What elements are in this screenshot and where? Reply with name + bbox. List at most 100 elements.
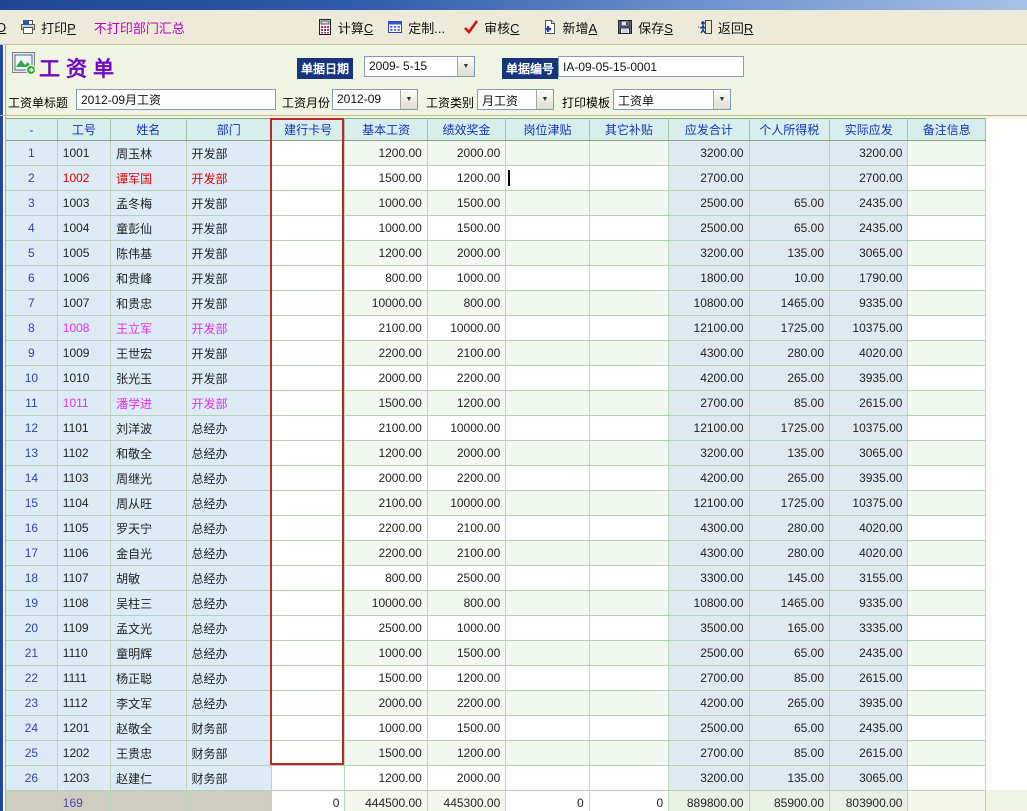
cell-num[interactable]: 17 xyxy=(6,541,57,566)
cell-id[interactable]: 1104 xyxy=(57,491,110,516)
cell-base[interactable]: 2200.00 xyxy=(345,341,427,366)
column-header-base[interactable]: 基本工资 xyxy=(345,119,427,141)
cell-name[interactable]: 和贵峰 xyxy=(111,266,186,291)
column-header-tax[interactable]: 个人所得税 xyxy=(749,119,829,141)
cell-id[interactable]: 1108 xyxy=(57,591,110,616)
column-header-other[interactable]: 其它补贴 xyxy=(589,119,668,141)
cell-tax[interactable]: 65.00 xyxy=(749,641,829,666)
cell-base[interactable]: 1500.00 xyxy=(345,166,427,191)
cell-dept[interactable] xyxy=(186,791,271,811)
cell-num[interactable]: 24 xyxy=(6,716,57,741)
cell-total[interactable]: 4200.00 xyxy=(669,691,749,716)
chevron-down-icon[interactable]: ▼ xyxy=(400,90,417,109)
cell-total[interactable]: 3300.00 xyxy=(669,566,749,591)
cell-actual[interactable]: 9335.00 xyxy=(830,591,908,616)
cell-name[interactable]: 和敬全 xyxy=(111,441,186,466)
cell-total[interactable]: 2500.00 xyxy=(669,191,749,216)
cell-bonus[interactable]: 1200.00 xyxy=(427,166,505,191)
cell-actual[interactable]: 4020.00 xyxy=(830,541,908,566)
cell-bonus[interactable]: 1000.00 xyxy=(427,616,505,641)
cell-bonus[interactable]: 1200.00 xyxy=(427,391,505,416)
cell-bank[interactable] xyxy=(271,641,344,666)
cell-note[interactable] xyxy=(908,341,986,366)
cell-id[interactable]: 1103 xyxy=(57,466,110,491)
cell-note[interactable] xyxy=(908,441,986,466)
cell-bank[interactable] xyxy=(271,516,344,541)
cell-base[interactable]: 444500.00 xyxy=(345,791,427,811)
cell-bonus[interactable]: 2100.00 xyxy=(427,341,505,366)
cell-bank[interactable] xyxy=(271,591,344,616)
cell-name[interactable]: 和贵忠 xyxy=(111,291,186,316)
cell-base[interactable]: 1200.00 xyxy=(345,441,427,466)
cell-tax[interactable]: 135.00 xyxy=(749,441,829,466)
cell-other[interactable] xyxy=(589,666,668,691)
cell-dept[interactable]: 总经办 xyxy=(186,491,271,516)
cell-post[interactable] xyxy=(506,466,589,491)
cell-bonus[interactable]: 1200.00 xyxy=(427,666,505,691)
cell-bank[interactable] xyxy=(271,666,344,691)
doc-no-input[interactable] xyxy=(558,56,744,77)
column-header-bank[interactable]: 建行卡号 xyxy=(271,119,344,141)
cell-bank[interactable] xyxy=(271,391,344,416)
cell-note[interactable] xyxy=(908,616,986,641)
cell-tax[interactable]: 145.00 xyxy=(749,566,829,591)
cell-other[interactable] xyxy=(589,466,668,491)
cell-post[interactable] xyxy=(506,541,589,566)
cell-dept[interactable]: 总经办 xyxy=(186,691,271,716)
cell-base[interactable]: 2100.00 xyxy=(345,316,427,341)
cell-tax[interactable]: 165.00 xyxy=(749,616,829,641)
cell-num[interactable]: 13 xyxy=(6,441,57,466)
cell-post[interactable] xyxy=(506,266,589,291)
cell-note[interactable] xyxy=(908,316,986,341)
cell-other[interactable] xyxy=(589,416,668,441)
cell-other[interactable] xyxy=(589,391,668,416)
cell-name[interactable]: 王立军 xyxy=(111,316,186,341)
cell-other[interactable] xyxy=(589,316,668,341)
cell-note[interactable] xyxy=(908,416,986,441)
cell-id[interactable]: 1112 xyxy=(57,691,110,716)
cell-actual[interactable]: 3065.00 xyxy=(830,441,908,466)
cell-base[interactable]: 1000.00 xyxy=(345,716,427,741)
cell-bonus[interactable]: 2000.00 xyxy=(427,441,505,466)
cell-name[interactable]: 罗天宁 xyxy=(111,516,186,541)
cell-actual[interactable]: 10375.00 xyxy=(830,491,908,516)
cell-base[interactable]: 1500.00 xyxy=(345,741,427,766)
cell-num[interactable]: 6 xyxy=(6,266,57,291)
cell-base[interactable]: 2000.00 xyxy=(345,691,427,716)
cell-id[interactable]: 1011 xyxy=(57,391,110,416)
cell-total[interactable]: 4300.00 xyxy=(669,516,749,541)
cell-num[interactable]: 7 xyxy=(6,291,57,316)
cell-base[interactable]: 10000.00 xyxy=(345,591,427,616)
cell-note[interactable] xyxy=(908,791,986,811)
cell-name[interactable]: 张光玉 xyxy=(111,366,186,391)
cell-actual[interactable]: 2435.00 xyxy=(830,216,908,241)
cell-name[interactable]: 谭军国 xyxy=(111,166,186,191)
cell-dept[interactable]: 总经办 xyxy=(186,566,271,591)
cell-actual[interactable]: 3065.00 xyxy=(830,241,908,266)
cell-tax[interactable]: 1725.00 xyxy=(749,491,829,516)
cell-other[interactable] xyxy=(589,341,668,366)
cell-id[interactable]: 1003 xyxy=(57,191,110,216)
cell-base[interactable]: 1500.00 xyxy=(345,391,427,416)
column-header-num[interactable]: - xyxy=(6,119,57,141)
cell-dept[interactable]: 总经办 xyxy=(186,516,271,541)
cell-actual[interactable]: 2435.00 xyxy=(830,641,908,666)
cell-post[interactable] xyxy=(506,166,589,191)
cell-post[interactable] xyxy=(506,391,589,416)
cell-dept[interactable]: 开发部 xyxy=(186,391,271,416)
cell-base[interactable]: 2100.00 xyxy=(345,491,427,516)
cell-base[interactable]: 1200.00 xyxy=(345,766,427,791)
cell-post[interactable] xyxy=(506,766,589,791)
cell-bonus[interactable]: 2500.00 xyxy=(427,566,505,591)
cell-post[interactable] xyxy=(506,516,589,541)
cell-base[interactable]: 1200.00 xyxy=(345,241,427,266)
cell-name[interactable]: 刘洋波 xyxy=(111,416,186,441)
cell-base[interactable]: 1000.00 xyxy=(345,641,427,666)
cell-num[interactable]: 23 xyxy=(6,691,57,716)
cell-bonus[interactable]: 2100.00 xyxy=(427,516,505,541)
cell-other[interactable] xyxy=(589,366,668,391)
cell-num[interactable]: 21 xyxy=(6,641,57,666)
cell-actual[interactable]: 2700.00 xyxy=(830,166,908,191)
cell-bonus[interactable]: 2000.00 xyxy=(427,766,505,791)
cell-dept[interactable]: 总经办 xyxy=(186,641,271,666)
